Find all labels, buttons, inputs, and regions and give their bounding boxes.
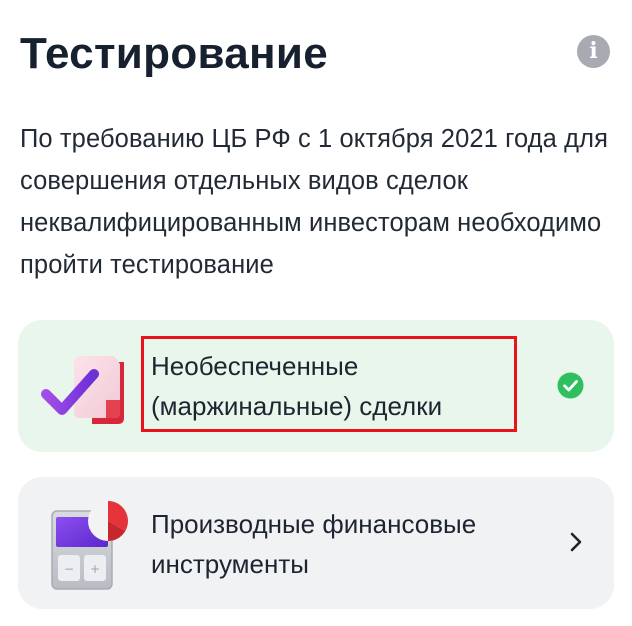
svg-text:−: − — [64, 562, 74, 576]
test-card-derivatives[interactable]: − + Производные финансовые инструменты — [18, 477, 614, 609]
document-check-icon — [41, 356, 124, 424]
test-card-label: Производные финансовые инструменты — [151, 509, 477, 579]
svg-text:+: + — [90, 562, 100, 576]
check-circle-icon — [557, 372, 584, 399]
test-description: По требованию ЦБ РФ с 1 октября 2021 год… — [20, 125, 608, 279]
highlight-frame — [141, 336, 517, 432]
chevron-right-icon — [570, 532, 582, 552]
info-icon[interactable]: i — [577, 35, 610, 68]
calculator-pie-icon: − + — [51, 501, 128, 590]
page-title: Тестирование — [20, 29, 329, 78]
